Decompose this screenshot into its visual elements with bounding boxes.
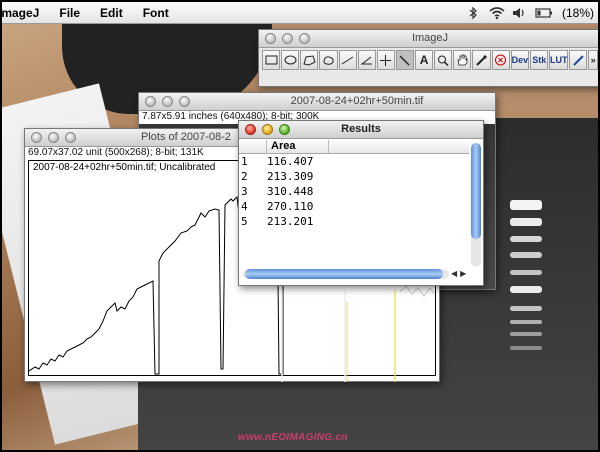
minimize-icon[interactable]: [282, 33, 293, 44]
wifi-icon[interactable]: [489, 6, 505, 20]
text-tool-icon[interactable]: A: [415, 50, 434, 70]
lut-menu-icon[interactable]: LUT: [549, 50, 569, 70]
minimize-icon[interactable]: [262, 124, 273, 135]
horizontal-scrollbar[interactable]: [243, 269, 449, 279]
close-icon[interactable]: [265, 33, 276, 44]
close-icon[interactable]: [145, 96, 156, 107]
screen: ImageJ File Edit Font (18%) ImageJ A Dev…: [0, 0, 600, 452]
results-header-row: Area: [239, 140, 469, 154]
gel-band: [510, 346, 542, 350]
image-title: 2007-08-24+02hr+50min.tif: [290, 95, 424, 107]
zoom-icon[interactable]: [179, 96, 190, 107]
close-icon[interactable]: [245, 124, 256, 135]
window-controls: [265, 33, 310, 44]
gel-band: [510, 286, 542, 293]
gel-band: [510, 332, 542, 336]
app-menu[interactable]: ImageJ: [2, 6, 49, 20]
row-number: 5: [241, 215, 248, 228]
results-title: Results: [341, 123, 381, 135]
table-row[interactable]: 2 213.309: [239, 169, 469, 184]
freehand-tool-icon[interactable]: [319, 50, 338, 70]
area-column-header[interactable]: Area: [267, 140, 329, 153]
scroll-right-icon[interactable]: ▶: [460, 269, 466, 278]
toolbar-title: ImageJ: [411, 32, 449, 44]
table-row[interactable]: 3 310.448: [239, 184, 469, 199]
gel-band: [510, 270, 542, 275]
area-value: 310.448: [267, 185, 314, 198]
window-controls: [31, 132, 76, 143]
horizontal-scroll-thumb[interactable]: [245, 269, 443, 279]
row-number: 2: [241, 170, 248, 183]
battery-icon[interactable]: [535, 6, 553, 20]
menu-edit[interactable]: Edit: [90, 6, 133, 20]
menu-file[interactable]: File: [49, 6, 90, 20]
results-table: Area 1 116.407 2 213.309 3 310.448 4 270…: [239, 140, 469, 268]
magnifier-tool-icon[interactable]: [434, 50, 453, 70]
area-value: 213.309: [267, 170, 314, 183]
area-value: 270.110: [267, 200, 314, 213]
line-tool-icon[interactable]: [338, 50, 357, 70]
hand-tool-icon[interactable]: [453, 50, 472, 70]
area-value: 213.201: [267, 215, 314, 228]
zoom-icon[interactable]: [299, 33, 310, 44]
table-row[interactable]: 5 213.201: [239, 214, 469, 229]
results-titlebar[interactable]: Results: [239, 121, 483, 139]
table-row[interactable]: 4 270.110: [239, 199, 469, 214]
gel-band: [510, 252, 542, 258]
rectangle-tool-icon[interactable]: [262, 50, 281, 70]
image-titlebar[interactable]: 2007-08-24+02hr+50min.tif: [139, 93, 495, 111]
volume-icon[interactable]: [512, 6, 526, 20]
gel-band: [510, 218, 542, 226]
dropper-tool-icon[interactable]: [472, 50, 491, 70]
row-number-header: [239, 140, 267, 153]
toolbar-titlebar[interactable]: ImageJ: [259, 30, 598, 48]
close-icon[interactable]: [31, 132, 42, 143]
pencil-tool-icon[interactable]: [569, 50, 588, 70]
table-row[interactable]: 1 116.407: [239, 154, 469, 169]
area-value: 116.407: [267, 155, 314, 168]
row-number: 1: [241, 155, 248, 168]
window-controls: [145, 96, 190, 107]
watermark: www.nEOIMAGING.cn: [238, 432, 348, 443]
gel-band: [510, 306, 542, 311]
menu-font[interactable]: Font: [133, 6, 179, 20]
zoom-icon[interactable]: [279, 124, 290, 135]
gel-band: [510, 200, 542, 210]
zoom-icon[interactable]: [65, 132, 76, 143]
gel-lane: [510, 174, 542, 364]
bluetooth-icon[interactable]: [466, 6, 480, 20]
minimize-icon[interactable]: [162, 96, 173, 107]
polygon-tool-icon[interactable]: [300, 50, 319, 70]
gel-band: [510, 236, 542, 242]
results-window: Results Area 1 116.407 2 213.309 3 310.4…: [238, 120, 484, 286]
minimize-icon[interactable]: [48, 132, 59, 143]
menu-bar: ImageJ File Edit Font (18%): [2, 2, 598, 24]
imagej-toolbar-window: ImageJ A Dev Stk LUT »: [258, 29, 598, 87]
oval-tool-icon[interactable]: [281, 50, 300, 70]
plot-title: Plots of 2007-08-2: [141, 131, 231, 143]
angle-tool-icon[interactable]: [357, 50, 376, 70]
tool-strip: A Dev Stk LUT »: [259, 48, 598, 72]
point-tool-icon[interactable]: [376, 50, 395, 70]
more-tools-icon[interactable]: »: [588, 50, 598, 70]
window-controls: [245, 124, 290, 135]
stack-menu-icon[interactable]: Stk: [530, 50, 549, 70]
vertical-scroll-thumb[interactable]: [471, 143, 481, 239]
vertical-scrollbar[interactable]: [471, 143, 481, 267]
wand-tool-icon[interactable]: [395, 50, 414, 70]
scroll-left-icon[interactable]: ◀: [451, 269, 457, 278]
developer-menu-icon[interactable]: Dev: [510, 50, 530, 70]
gel-band: [510, 320, 542, 324]
scroll-arrows: ◀ ▶: [451, 269, 466, 278]
close-tool-icon[interactable]: [491, 50, 510, 70]
battery-percent: (18%): [561, 5, 594, 20]
row-number: 4: [241, 200, 248, 213]
status-area: (18%): [466, 5, 598, 20]
row-number: 3: [241, 185, 248, 198]
